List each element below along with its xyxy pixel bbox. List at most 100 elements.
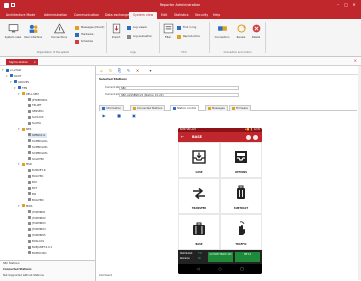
tree-item[interactable]: BCI bbox=[28, 192, 36, 197]
tree-item[interactable]: BOEJANET.2.0.1 bbox=[28, 245, 52, 250]
back-arrow-icon[interactable]: ← bbox=[181, 134, 184, 139]
me-button[interactable]: ME 14 bbox=[235, 252, 260, 262]
tab-architecture-mode[interactable]: Architecture Mode bbox=[2, 12, 39, 19]
user-icon[interactable] bbox=[253, 134, 258, 140]
tab-communication[interactable]: Communication bbox=[70, 12, 103, 19]
hardware-button[interactable]: Hardware bbox=[75, 32, 94, 38]
tree-item[interactable]: JPTREE0001 bbox=[28, 98, 48, 103]
station-icon bbox=[28, 103, 31, 107]
tab-help[interactable]: Help bbox=[209, 12, 224, 19]
maximize-button[interactable]: □ bbox=[343, 2, 349, 8]
delete-button[interactable]: Delete bbox=[249, 22, 263, 46]
tab-statistics[interactable]: Statistics bbox=[170, 12, 193, 19]
tree-item[interactable]: BCT bbox=[28, 186, 37, 191]
refresh-icon[interactable]: ↻ bbox=[108, 68, 113, 73]
tree-item[interactable]: ▾ ROOT bbox=[6, 74, 21, 79]
log-viewer-button[interactable]: Log viewer bbox=[127, 25, 147, 31]
chevron-down-icon[interactable]: ▾ bbox=[148, 68, 153, 73]
tile-base[interactable]: BASE bbox=[179, 215, 219, 249]
log-evaluation-button[interactable]: Log evaluation bbox=[127, 34, 152, 40]
play-icon[interactable]: ▶ bbox=[102, 114, 106, 118]
tab-messages[interactable]: Messages bbox=[205, 104, 228, 111]
chevron-down-icon[interactable]: ▾ bbox=[18, 162, 21, 167]
tree-item[interactable]: SENSE01 bbox=[28, 109, 44, 114]
tree-item[interactable]: SOMBOL02L bbox=[28, 145, 48, 150]
tile-transfer[interactable]: TRANSFER bbox=[179, 179, 219, 213]
track-button[interactable]: AX 5005 TRACK 123 bbox=[208, 252, 233, 262]
system-view-button[interactable]: System view bbox=[3, 22, 23, 46]
tab-system-view[interactable]: System view bbox=[129, 12, 158, 19]
connected-stations-item[interactable]: Connected Stations bbox=[3, 267, 32, 272]
close-tab-icon[interactable]: × bbox=[33, 59, 36, 65]
tree-item[interactable]: JTORMN01 bbox=[28, 210, 46, 215]
renew-button[interactable]: Renew bbox=[234, 22, 248, 46]
tree-item[interactable]: TRL0PT bbox=[28, 103, 42, 108]
import-button[interactable]: Import bbox=[108, 22, 124, 46]
tree-item[interactable]: BCC bbox=[28, 180, 37, 185]
tree-item[interactable]: SLIOTA bbox=[28, 121, 41, 126]
schedule-button[interactable]: Schedule bbox=[75, 39, 93, 45]
filter-icon bbox=[163, 23, 173, 34]
document-tab-sigma-station[interactable]: Sigma station × bbox=[6, 58, 38, 65]
tree-item[interactable]: SMBN-01L bbox=[28, 132, 48, 138]
minimize-button[interactable]: – bbox=[335, 2, 341, 8]
tile-case[interactable]: CASE bbox=[179, 143, 219, 177]
copy-icon[interactable]: ⎘ bbox=[117, 68, 122, 73]
tree-item[interactable]: ▾ e Lichtat bbox=[2, 68, 21, 73]
tile-traffic[interactable]: TRAFFIC bbox=[221, 215, 261, 249]
chevron-down-icon[interactable]: ▾ bbox=[18, 204, 21, 209]
tree-item[interactable]: ELMKIET-R bbox=[28, 168, 46, 173]
tree-item[interactable]: ▾ MSD bbox=[18, 162, 32, 167]
tab-information[interactable]: Information bbox=[99, 104, 125, 111]
tree-item[interactable]: SOLOTBC bbox=[28, 157, 44, 162]
edit-icon[interactable]: ✎ bbox=[126, 68, 131, 73]
chevron-down-icon[interactable]: ▾ bbox=[14, 86, 17, 91]
close-button[interactable]: ✕ bbox=[351, 2, 357, 8]
connections-button[interactable]: Connections bbox=[46, 22, 72, 46]
find-in-log-button[interactable]: Find in log bbox=[177, 25, 196, 31]
search-icon[interactable] bbox=[246, 134, 251, 140]
nav-home-icon[interactable]: ○ bbox=[218, 267, 222, 271]
tree-item[interactable]: SL01200 bbox=[28, 115, 43, 120]
tab-administration[interactable]: Administration bbox=[40, 12, 71, 19]
tree-item[interactable]: SOMBOL01L bbox=[28, 139, 48, 144]
stop-icon[interactable]: ■ bbox=[117, 114, 121, 118]
tab-station-control[interactable]: Station control bbox=[170, 104, 200, 111]
tree-item[interactable]: JTORMN03 bbox=[28, 221, 46, 226]
chevron-down-icon[interactable]: ▾ bbox=[2, 68, 5, 73]
tree-item[interactable]: ▾ GROUPS bbox=[10, 80, 29, 85]
connection-button[interactable]: Connection bbox=[211, 22, 233, 46]
user-interface-button[interactable]: User interface bbox=[23, 22, 43, 46]
tile-subtract[interactable]: SUBTRACT bbox=[221, 179, 261, 213]
tree-item[interactable]: ▾ NES bbox=[18, 127, 31, 132]
tree-item[interactable]: JTORMN04 bbox=[28, 227, 46, 232]
chevron-down-icon[interactable]: ▾ bbox=[18, 127, 21, 132]
tree-item[interactable]: JTORMN05 bbox=[28, 233, 46, 238]
tree-item[interactable]: BOMOC001 bbox=[28, 251, 47, 256]
tree-item[interactable]: ▾ MWS bbox=[18, 204, 32, 209]
nav-recent-icon[interactable]: □ bbox=[240, 267, 244, 271]
tree-item[interactable]: JTORMN02 bbox=[28, 216, 46, 221]
tile-options[interactable]: OPTIONS bbox=[221, 143, 261, 177]
not-supported-item[interactable]: Not Supported without Stations bbox=[3, 273, 44, 278]
messages-direct-button[interactable]: Messages (Direct) bbox=[75, 25, 104, 31]
nav-back-icon[interactable]: ◁ bbox=[196, 267, 200, 271]
tab-firmware[interactable]: Firmware bbox=[229, 104, 251, 111]
screenshot-icon[interactable]: ▣ bbox=[132, 114, 136, 118]
home-icon[interactable]: ⌂ bbox=[99, 68, 104, 73]
tree-item[interactable]: BOSLO01 bbox=[28, 239, 44, 244]
chevron-down-icon[interactable]: ▾ bbox=[6, 74, 9, 79]
tree-item[interactable]: BOLLTBC bbox=[28, 174, 43, 179]
reproduction-button[interactable]: Reproduction bbox=[177, 34, 200, 40]
chevron-down-icon[interactable]: ▾ bbox=[10, 80, 13, 85]
tree-item[interactable]: SOMBOL03L bbox=[28, 151, 48, 156]
close-all-icon[interactable]: × bbox=[354, 58, 357, 63]
tab-connected-stations[interactable]: Connected Stations bbox=[130, 104, 166, 111]
delete-icon[interactable]: ✕ bbox=[135, 68, 140, 73]
chevron-down-icon[interactable]: ▾ bbox=[18, 92, 21, 97]
quick-access-save-icon[interactable] bbox=[11, 3, 15, 7]
tree-item[interactable]: ▾ RELL-SEM bbox=[18, 92, 39, 97]
tree-item[interactable]: BOLLTBD bbox=[28, 198, 44, 203]
filter-button[interactable]: Filter bbox=[161, 22, 175, 46]
tree-item[interactable]: ▾ TEN bbox=[14, 86, 27, 91]
